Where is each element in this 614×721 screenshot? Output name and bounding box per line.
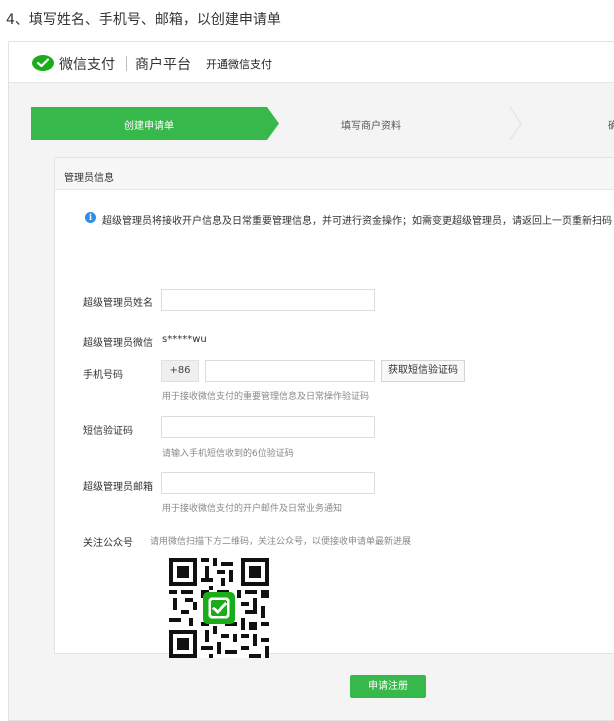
apply-register-button[interactable]: 申请注册 — [350, 675, 426, 698]
sms-code-input[interactable] — [161, 416, 375, 438]
admin-name-label: 超级管理员姓名 — [83, 298, 153, 309]
email-hint: 用于接收微信支付的开户邮件及日常业务通知 — [162, 504, 343, 514]
step-label-create: 创建申请单 — [124, 121, 174, 132]
admin-info-panel: 管理员信息 i 超级管理员将接收开户信息及日常重要管理信息，并可进行资金操作；如… — [54, 157, 614, 654]
instruction-caption: 4、填写姓名、手机号、邮箱，以创建申请单 — [6, 12, 281, 28]
brand-name: 微信支付 — [59, 57, 115, 73]
follow-account-hint: 请用微信扫描下方二维码，关注公众号，以便接收申请单最新进展 — [150, 537, 412, 547]
phone-label: 手机号码 — [83, 370, 123, 381]
platform-name: 商户平台 — [135, 57, 191, 73]
country-code: +86 — [161, 360, 199, 382]
admin-wechat-label: 超级管理员微信 — [83, 338, 153, 349]
admin-email-input[interactable] — [161, 472, 375, 494]
notice-text: 超级管理员将接收开户信息及日常重要管理信息，并可进行资金操作；如需变更超级管理员… — [102, 216, 612, 227]
step-label-confirm: 确 — [608, 121, 614, 132]
admin-wechat-value: s*****wu — [162, 334, 207, 345]
sms-code-label: 短信验证码 — [83, 426, 133, 437]
phone-hint: 用于接收微信支付的重要管理信息及日常操作验证码 — [162, 392, 370, 402]
qr-code-icon — [169, 558, 269, 658]
page-subtitle: 开通微信支付 — [206, 58, 272, 71]
info-icon: i — [85, 212, 96, 223]
step-chevron-icon — [509, 107, 522, 140]
sms-code-hint: 请输入手机短信收到的6位验证码 — [162, 449, 294, 459]
top-bar: 微信支付 商户平台 开通微信支付 — [9, 42, 614, 83]
phone-input[interactable] — [205, 360, 375, 382]
panel-title: 管理员信息 — [64, 173, 114, 184]
admin-email-label: 超级管理员邮箱 — [83, 482, 153, 493]
merchant-platform-window: 微信支付 商户平台 开通微信支付 创建申请单 填写商户资料 确 管理员信息 i … — [8, 41, 614, 721]
step-label-fill-info: 填写商户资料 — [341, 121, 401, 132]
follow-account-label: 关注公众号 — [83, 538, 133, 549]
admin-name-input[interactable] — [161, 289, 375, 311]
progress-steps: 创建申请单 填写商户资料 确 — [31, 107, 614, 140]
panel-header: 管理员信息 — [55, 158, 614, 190]
brand-divider — [126, 56, 127, 71]
wechat-pay-logo-icon — [32, 55, 54, 71]
get-sms-code-button[interactable]: 获取短信验证码 — [381, 360, 465, 382]
